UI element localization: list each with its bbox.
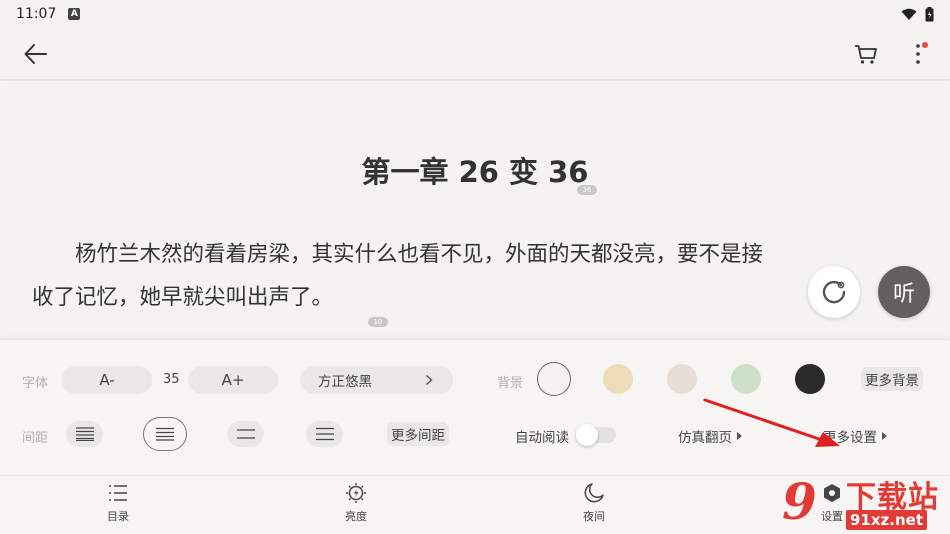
nav-night[interactable]: 夜间 bbox=[554, 482, 634, 524]
more-backgrounds-button[interactable]: 更多背景 bbox=[861, 367, 923, 391]
background-swatch-white[interactable] bbox=[537, 362, 571, 396]
lines-loose-icon bbox=[315, 427, 334, 441]
spacing-wide-button[interactable] bbox=[227, 421, 264, 447]
back-button[interactable] bbox=[22, 40, 50, 68]
background-swatch-beige[interactable] bbox=[667, 364, 697, 394]
spacing-compact-button[interactable] bbox=[66, 421, 103, 447]
auto-read-label: 自动阅读 bbox=[515, 430, 569, 446]
spacing-normal-button[interactable] bbox=[143, 417, 187, 451]
chevron-right-icon bbox=[426, 374, 433, 386]
status-time: 11:07 bbox=[16, 6, 57, 22]
font-increase-button[interactable]: A+ bbox=[188, 366, 278, 394]
font-label: 字体 bbox=[22, 376, 49, 391]
notification-icon: A bbox=[68, 8, 81, 20]
refresh-icon bbox=[822, 280, 846, 304]
toggle-knob bbox=[576, 424, 598, 446]
top-app-bar bbox=[0, 28, 950, 80]
listen-button[interactable]: 听 bbox=[878, 266, 930, 318]
lines-dense-icon bbox=[75, 427, 94, 441]
font-family-label: 方正悠黑 bbox=[318, 374, 372, 390]
arrow-left-icon bbox=[24, 44, 47, 64]
paragraph-comment-count[interactable]: 10 bbox=[368, 317, 388, 327]
title-comment-count[interactable]: 36 bbox=[577, 185, 597, 195]
paragraph-line: 收了记忆，她早就尖叫出声了。 bbox=[32, 285, 334, 310]
reader-content[interactable]: 第一章 26 变 36 36 杨竹兰木然的看着房梁，其实什么也看不见，外面的天都… bbox=[0, 81, 950, 339]
font-family-button[interactable]: 方正悠黑 bbox=[300, 366, 453, 394]
lines-normal-icon bbox=[156, 427, 174, 441]
spacing-label: 间距 bbox=[22, 431, 49, 446]
status-bar: 11:07 A bbox=[0, 0, 950, 28]
page-turn-mode-label: 仿真翻页 bbox=[678, 430, 732, 446]
more-settings-label: 更多设置 bbox=[823, 430, 877, 446]
spacing-loose-button[interactable] bbox=[306, 421, 343, 447]
moon-icon bbox=[584, 483, 604, 503]
battery-icon bbox=[925, 6, 934, 21]
refresh-button[interactable] bbox=[808, 266, 860, 318]
more-options-button[interactable] bbox=[906, 40, 930, 68]
watermark-url: 91xz.net bbox=[846, 510, 928, 530]
font-size-value: 35 bbox=[163, 372, 180, 387]
watermark-mark: 9 bbox=[782, 472, 817, 531]
nav-toc-label: 目录 bbox=[107, 510, 129, 523]
cart-icon bbox=[855, 45, 877, 64]
lines-wide-icon bbox=[236, 429, 255, 439]
nav-brightness-label: 亮度 bbox=[345, 510, 367, 523]
paragraph-line: 杨竹兰木然的看着房梁，其实什么也看不见，外面的天都没亮，要不是接 bbox=[75, 242, 764, 267]
background-swatch-green[interactable] bbox=[731, 364, 761, 394]
list-icon bbox=[109, 485, 127, 501]
caret-right-icon bbox=[737, 432, 742, 440]
wifi-icon bbox=[901, 8, 917, 20]
brightness-icon bbox=[346, 483, 366, 503]
page-turn-mode-button[interactable]: 仿真翻页 bbox=[678, 426, 742, 446]
watermark-logo: 9 下载站 91xz.net bbox=[780, 470, 950, 534]
background-label: 背景 bbox=[497, 376, 524, 391]
paragraph: 杨竹兰木然的看着房梁，其实什么也看不见，外面的天都没亮，要不是接 收了记忆，她早… bbox=[32, 233, 922, 319]
cart-button[interactable] bbox=[852, 40, 880, 68]
chapter-title: 第一章 26 变 36 bbox=[361, 155, 589, 189]
background-swatch-dark[interactable] bbox=[795, 364, 825, 394]
background-swatch-yellow[interactable] bbox=[603, 364, 633, 394]
reading-settings-panel: 字体 A- 35 A+ 方正悠黑 背景 更多背景 间距 更多间距 自动阅读 仿真… bbox=[0, 339, 950, 475]
caret-right-icon bbox=[882, 432, 887, 440]
more-spacing-button[interactable]: 更多间距 bbox=[387, 422, 449, 446]
nav-night-label: 夜间 bbox=[583, 510, 605, 523]
font-decrease-button[interactable]: A- bbox=[62, 366, 152, 394]
nav-brightness[interactable]: 亮度 bbox=[316, 482, 396, 524]
nav-toc[interactable]: 目录 bbox=[78, 482, 158, 524]
more-settings-button[interactable]: 更多设置 bbox=[823, 426, 887, 446]
notification-dot bbox=[922, 42, 928, 48]
auto-read-toggle[interactable] bbox=[576, 424, 616, 446]
